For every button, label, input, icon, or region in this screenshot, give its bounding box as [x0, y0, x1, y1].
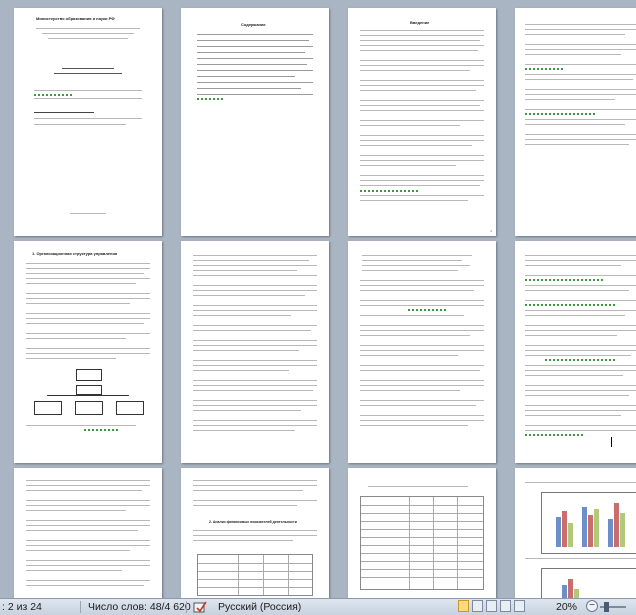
page-indicator[interactable]: : 2 из 24 — [2, 600, 42, 614]
page-thumbnail-12[interactable] — [515, 468, 636, 598]
zoom-slider-thumb[interactable] — [604, 602, 609, 612]
page-thumbnail-4[interactable] — [515, 8, 636, 236]
page-thumbnail-9[interactable] — [14, 468, 162, 598]
proofing-icon[interactable] — [193, 600, 207, 614]
page-thumbnail-8[interactable] — [515, 241, 636, 463]
draft-view-button[interactable] — [514, 600, 525, 612]
print-layout-view-button[interactable] — [458, 600, 469, 612]
full-screen-reading-view-button[interactable] — [472, 600, 483, 612]
bar-chart-thumbnail — [541, 568, 636, 598]
page-thumbnail-7[interactable] — [348, 241, 496, 463]
page-title: Введение — [410, 20, 430, 25]
page-number: 2 — [490, 229, 492, 233]
data-table — [360, 496, 484, 590]
data-table — [197, 554, 313, 596]
page-thumbnail-3[interactable]: Введение 2 — [348, 8, 496, 236]
zoom-out-button[interactable]: − — [586, 600, 598, 612]
web-layout-view-button[interactable] — [486, 600, 497, 612]
language-indicator[interactable]: Русский (Россия) — [218, 600, 301, 614]
page-thumbnail-1[interactable]: Министерство образования и науки РФ — [14, 8, 162, 236]
zoom-level[interactable]: 20% — [556, 600, 577, 614]
page-title: Министерство образования и науки РФ — [36, 16, 115, 21]
document-workspace[interactable]: Министерство образования и науки РФ Соде… — [0, 0, 636, 598]
page-thumbnail-10[interactable]: 2. Анализ финансовых показателей деятель… — [181, 468, 329, 598]
page-thumbnail-11[interactable] — [348, 468, 496, 598]
word-count[interactable]: Число слов: 48/4 620 — [88, 600, 191, 614]
page-title: 1. Организационная структура управления — [32, 251, 118, 256]
bar-chart-thumbnail — [541, 492, 636, 554]
page-title: 2. Анализ финансовых показателей деятель… — [209, 520, 297, 524]
outline-view-button[interactable] — [500, 600, 511, 612]
page-thumbnail-5[interactable]: 1. Организационная структура управления — [14, 241, 162, 463]
status-bar: : 2 из 24 Число слов: 48/4 620 Русский (… — [0, 598, 636, 615]
page-title: Содержание — [241, 22, 266, 27]
page-thumbnail-6[interactable] — [181, 241, 329, 463]
page-thumbnail-2[interactable]: Содержание — [181, 8, 329, 236]
zoom-slider[interactable] — [600, 602, 626, 612]
text-cursor-icon — [611, 437, 612, 447]
